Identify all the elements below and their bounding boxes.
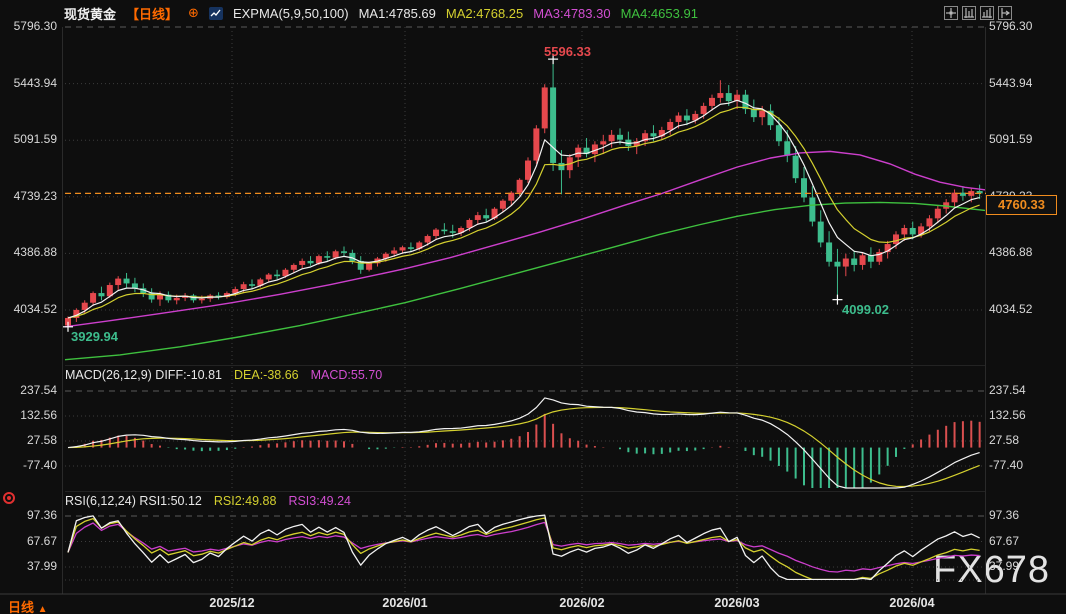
start-low-annotation: 3929.94 xyxy=(71,329,118,344)
y-axis-label: 4034.52 xyxy=(0,302,57,316)
rsi-label-row: RSI(6,12,24) RSI1:50.12 RSI2:49.88 RSI3:… xyxy=(65,494,351,508)
rsi-axis-label: 97.36 xyxy=(0,508,57,522)
axis-scale-left-icon[interactable] xyxy=(962,6,976,20)
ma1-value-label: MA1:4785.69 xyxy=(359,6,436,21)
y-axis-label: 5443.94 xyxy=(0,76,57,90)
y-axis-label: 4386.88 xyxy=(989,245,1032,259)
period-tag[interactable]: 【日线】 xyxy=(126,4,178,23)
axis-scale-right-icon[interactable] xyxy=(980,6,994,20)
rsi-axis-label: 37.99 xyxy=(0,559,57,573)
macd-label-row: MACD(26,12,9) DIFF:-10.81 DEA:-38.66 MAC… xyxy=(65,368,382,382)
y-axis-label: 4739.23 xyxy=(0,189,57,203)
rsi-axis-label: 37.99 xyxy=(989,559,1019,573)
chart-logo-icon xyxy=(209,7,223,20)
macd-axis-label: 132.56 xyxy=(0,408,57,422)
ma2-value-label: MA2:4768.25 xyxy=(446,6,523,21)
macd-axis-label: 237.54 xyxy=(0,383,57,397)
last-price-tag: 4760.33 xyxy=(986,195,1057,215)
y-axis-label: 5443.94 xyxy=(989,76,1032,90)
macd-value-label: MACD:55.70 xyxy=(311,368,383,382)
x-axis-date: 2026/01 xyxy=(370,596,440,610)
period-selector-label: 日线 xyxy=(8,600,34,614)
add-indicator-icon[interactable]: ⊕ xyxy=(188,5,199,21)
rsi-axis-label: 67.67 xyxy=(0,534,57,548)
rsi1-label: RSI(6,12,24) RSI1:50.12 xyxy=(65,494,202,508)
chart-toolbar xyxy=(944,6,1012,20)
y-axis-label: 4386.88 xyxy=(0,245,57,259)
low-annotation: 4099.02 xyxy=(842,302,889,317)
macd-axis-label: 237.54 xyxy=(989,383,1026,397)
macd-diff-label: MACD(26,12,9) DIFF:-10.81 xyxy=(65,368,222,382)
ma3-value-label: MA3:4783.30 xyxy=(533,6,610,21)
macd-axis-label: 27.58 xyxy=(989,433,1019,447)
x-axis-date: 2026/04 xyxy=(877,596,947,610)
crosshair-icon[interactable] xyxy=(944,6,958,20)
x-axis-date: 2025/12 xyxy=(197,596,267,610)
y-axis-label: 5091.59 xyxy=(989,132,1032,146)
expma-params-label: EXPMA(5,9,50,100) xyxy=(233,6,349,21)
chart-header: 现货黄金 【日线】 ⊕ EXPMA(5,9,50,100) MA1:4785.6… xyxy=(0,0,1066,26)
period-selector[interactable]: 日线 ▲ xyxy=(8,597,48,614)
x-axis-date: 2026/03 xyxy=(702,596,772,610)
x-axis-date: 2026/02 xyxy=(547,596,617,610)
high-annotation: 5596.33 xyxy=(544,44,591,59)
chart-canvas[interactable] xyxy=(0,0,1066,614)
symbol-title: 现货黄金 xyxy=(64,4,116,23)
chevron-up-icon: ▲ xyxy=(38,604,48,614)
ma4-value-label: MA4:4653.91 xyxy=(621,6,698,21)
rsi-axis-label: 97.36 xyxy=(989,508,1019,522)
axis-shift-icon[interactable] xyxy=(998,6,1012,20)
y-axis-label: 5091.59 xyxy=(0,132,57,146)
macd-axis-label: -77.40 xyxy=(989,458,1023,472)
y-axis-label: 4034.52 xyxy=(989,302,1032,316)
rsi-axis-label: 67.67 xyxy=(989,534,1019,548)
rsi2-label: RSI2:49.88 xyxy=(214,494,277,508)
macd-dea-label: DEA:-38.66 xyxy=(234,368,299,382)
macd-axis-label: 27.58 xyxy=(0,433,57,447)
indicator-target-icon[interactable] xyxy=(3,492,15,504)
trading-chart-app: 现货黄金 【日线】 ⊕ EXPMA(5,9,50,100) MA1:4785.6… xyxy=(0,0,1066,614)
macd-axis-label: 132.56 xyxy=(989,408,1026,422)
rsi3-label: RSI3:49.24 xyxy=(288,494,351,508)
macd-axis-label: -77.40 xyxy=(0,458,57,472)
